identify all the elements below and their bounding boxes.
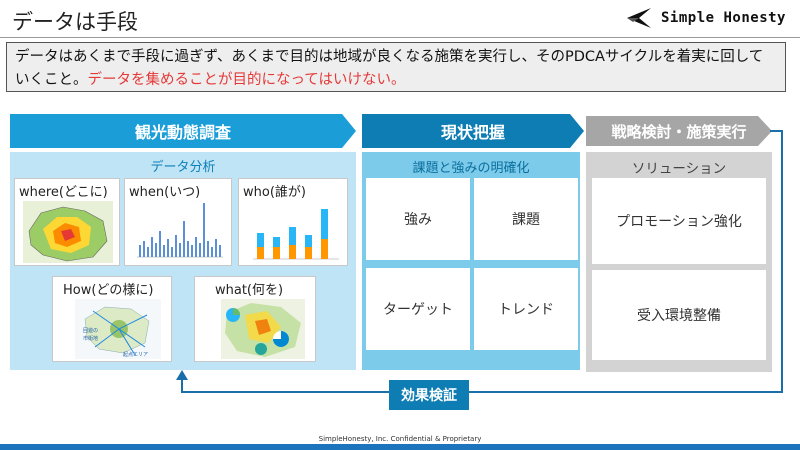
- footer-bar: [0, 444, 800, 450]
- effect-verification-label: 効果検証: [389, 380, 469, 410]
- footer-text: SimpleHonesty, Inc. Confidential & Propr…: [318, 435, 482, 443]
- arrow-head-icon: [176, 370, 188, 380]
